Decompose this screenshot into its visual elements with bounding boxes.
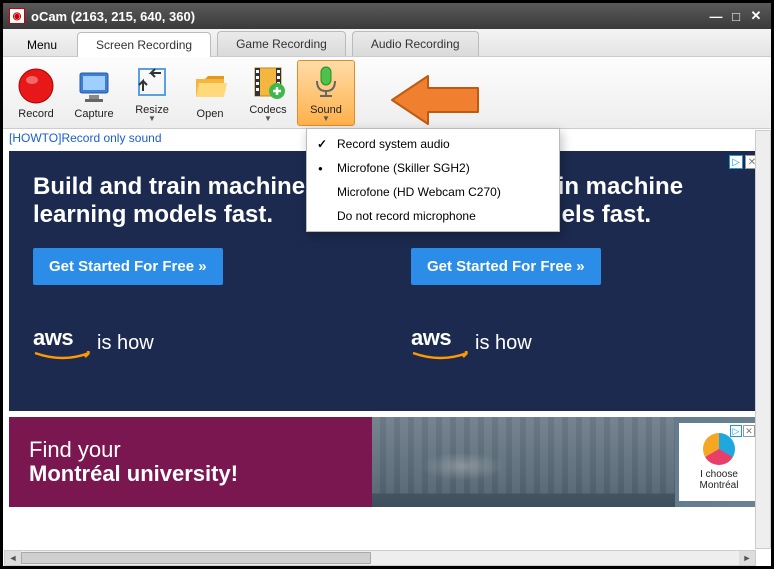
codecs-button[interactable]: Codecs ▼ [239, 60, 297, 126]
menu-button[interactable]: Menu [13, 34, 71, 56]
sound-dropdown: Record system audio Microfone (Skiller S… [306, 128, 560, 232]
tab-screen-recording[interactable]: Screen Recording [77, 32, 211, 57]
ad-banner-text: Find your Montréal university! [29, 438, 238, 486]
tab-audio-recording[interactable]: Audio Recording [352, 31, 479, 56]
horizontal-scrollbar[interactable]: ◄ ► [4, 550, 756, 566]
chevron-down-icon: ▼ [148, 114, 156, 123]
toolbar: Record Capture Resize ▼ Open Codecs ▼ So… [3, 57, 771, 129]
window-title: oCam (2163, 215, 640, 360) [31, 9, 195, 24]
titlebar: ◉ oCam (2163, 215, 640, 360) — □ ✕ [3, 3, 771, 29]
open-label: Open [197, 108, 224, 120]
menu-item-microfone-webcam[interactable]: Microfone (HD Webcam C270) [307, 180, 559, 204]
minimize-button[interactable]: — [707, 8, 725, 24]
tab-game-recording[interactable]: Game Recording [217, 31, 346, 56]
sound-icon [306, 62, 346, 102]
ad-cta[interactable]: Get Started For Free » [33, 248, 223, 285]
ad-banner-city-image [372, 417, 675, 507]
capture-button[interactable]: Capture [65, 60, 123, 126]
adchoices-icon[interactable]: ▷ [730, 425, 742, 437]
resize-button[interactable]: Resize ▼ [123, 60, 181, 126]
capture-icon [74, 66, 114, 106]
chevron-down-icon: ▼ [322, 114, 330, 123]
codecs-icon [248, 62, 288, 102]
vertical-scrollbar[interactable] [755, 130, 771, 549]
scroll-left-button[interactable]: ◄ [5, 551, 21, 565]
scroll-right-button[interactable]: ► [739, 551, 755, 565]
ad-tagline: aws is how [33, 325, 363, 361]
aws-logo: aws [33, 325, 73, 350]
aws-swoosh-icon [411, 351, 471, 361]
maximize-button[interactable]: □ [727, 8, 745, 24]
chevron-down-icon: ▼ [264, 114, 272, 123]
tab-bar: Menu Screen Recording Game Recording Aud… [3, 29, 771, 57]
menu-item-record-system-audio[interactable]: Record system audio [307, 132, 559, 156]
record-label: Record [18, 108, 53, 120]
aws-logo: aws [411, 325, 451, 350]
capture-label: Capture [74, 108, 113, 120]
ad-tagline: aws is how [411, 325, 741, 361]
open-icon [190, 66, 230, 106]
menu-item-do-not-record[interactable]: Do not record microphone [307, 204, 559, 228]
adchoices-icon[interactable]: ▷ [729, 155, 743, 169]
open-button[interactable]: Open [181, 60, 239, 126]
ad-banner-logo: ▷ ✕ I choose Montréal [679, 423, 759, 501]
ad-banner[interactable]: Find your Montréal university! ▷ ✕ I cho… [9, 417, 765, 507]
record-button[interactable]: Record [7, 60, 65, 126]
close-button[interactable]: ✕ [747, 8, 765, 24]
app-icon: ◉ [9, 8, 25, 24]
aws-swoosh-icon [33, 351, 93, 361]
menu-item-microfone-skiller[interactable]: Microfone (Skiller SGH2) [307, 156, 559, 180]
annotation-arrow-icon [388, 74, 480, 129]
resize-icon [132, 62, 172, 102]
sound-button[interactable]: Sound ▼ [297, 60, 355, 126]
ad-cta[interactable]: Get Started For Free » [411, 248, 601, 285]
scroll-thumb[interactable] [21, 552, 371, 564]
montreal-logo-icon [703, 433, 735, 465]
record-icon [16, 66, 56, 106]
ad-close-icon[interactable]: ✕ [743, 425, 755, 437]
